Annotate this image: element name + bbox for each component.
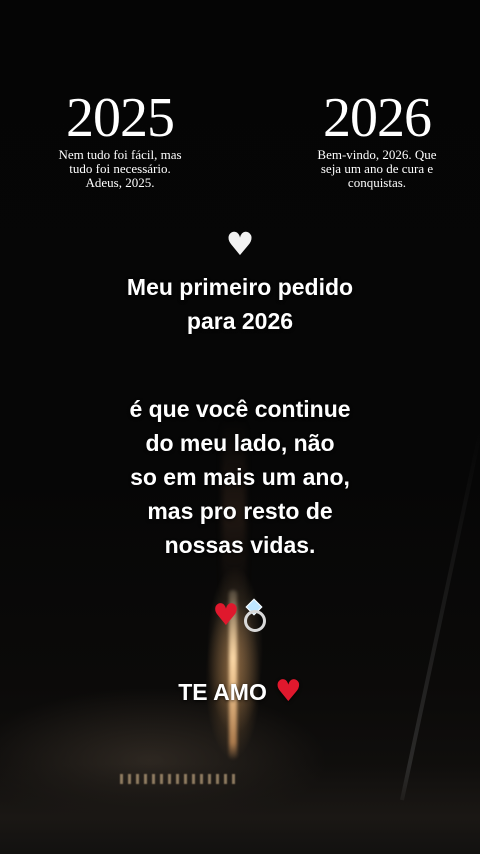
emoji-row: ♥: [190, 598, 290, 634]
story-background: 2025 Nem tudo foi fácil, mas tudo foi ne…: [0, 0, 480, 854]
year-2025-block: 2025 Nem tudo foi fácil, mas tudo foi ne…: [25, 88, 215, 190]
year-2026-block: 2026 Bem-vindo, 2026. Que seja um ano de…: [282, 88, 472, 190]
city-lights: [120, 774, 240, 784]
ring-icon: [241, 598, 267, 632]
wish-heading: Meu primeiro pedido para 2026: [126, 274, 354, 334]
love-line: TE AMO ♥: [140, 674, 340, 710]
wish-body: é que você continue do meu lado, não so …: [129, 396, 351, 558]
year-2026-title: 2026: [323, 87, 432, 149]
red-heart-icon: ♥: [274, 674, 302, 709]
red-heart-icon: ♥: [212, 598, 240, 633]
year-2025-title: 2025: [66, 87, 175, 149]
year-2025-caption: Nem tudo foi fácil, mas tudo foi necessá…: [58, 147, 182, 190]
year-2026-caption: Bem-vindo, 2026. Que seja um ano de cura…: [317, 147, 437, 190]
white-heart-icon: ♥: [225, 225, 255, 263]
city-skyline: [0, 764, 480, 854]
love-text: TE AMO: [178, 678, 267, 705]
ring-band: [244, 610, 267, 632]
